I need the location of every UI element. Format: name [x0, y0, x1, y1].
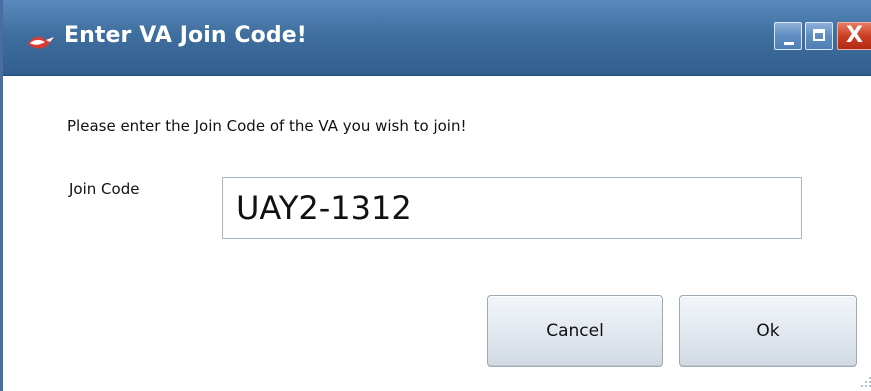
minimize-icon — [784, 42, 794, 45]
resize-grip-icon[interactable] — [859, 375, 871, 389]
ok-button[interactable]: Ok — [679, 295, 857, 367]
title-bar[interactable]: Enter VA Join Code! X — [3, 0, 871, 76]
app-icon — [28, 36, 54, 49]
maximize-icon — [813, 29, 825, 41]
join-code-label: Join Code — [69, 180, 140, 198]
close-icon: X — [846, 23, 863, 48]
minimize-button[interactable] — [774, 22, 802, 50]
close-button[interactable]: X — [837, 22, 871, 50]
join-code-input[interactable] — [222, 177, 802, 239]
dialog-window: Enter VA Join Code! X Please enter the J… — [0, 0, 871, 391]
join-code-instructions: Please enter the Join Code of the VA you… — [67, 117, 467, 135]
window-title: Enter VA Join Code! — [64, 23, 307, 48]
maximize-button[interactable] — [805, 22, 833, 50]
cancel-button[interactable]: Cancel — [487, 295, 663, 367]
